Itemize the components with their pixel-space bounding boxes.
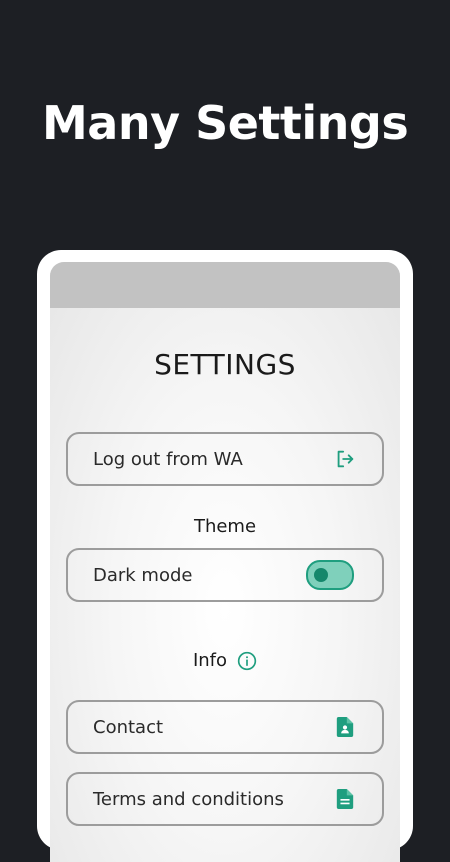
- dark-mode-label: Dark mode: [93, 564, 193, 586]
- screen-title: SETTINGS: [154, 348, 296, 381]
- terms-label: Terms and conditions: [93, 788, 284, 810]
- dark-mode-row: Dark mode: [66, 548, 384, 602]
- info-heading-label: Info: [192, 650, 228, 671]
- toggle-knob: [314, 568, 328, 582]
- logout-label: Log out from WA: [93, 448, 243, 470]
- promo-title: Many Settings: [42, 96, 409, 150]
- terms-button[interactable]: Terms and conditions: [66, 772, 384, 826]
- info-icon[interactable]: [237, 651, 257, 671]
- settings-screen: SETTINGS Log out from WA Theme Dark mode…: [50, 262, 400, 862]
- document-icon: [334, 788, 356, 810]
- contact-button[interactable]: Contact: [66, 700, 384, 754]
- contact-document-icon: [334, 716, 356, 738]
- status-bar: [50, 262, 400, 308]
- info-heading: Info: [50, 650, 400, 671]
- dark-mode-toggle[interactable]: [306, 560, 354, 590]
- contact-label: Contact: [93, 716, 164, 738]
- logout-icon: [334, 448, 356, 470]
- theme-heading: Theme: [193, 516, 257, 537]
- logout-button[interactable]: Log out from WA: [66, 432, 384, 486]
